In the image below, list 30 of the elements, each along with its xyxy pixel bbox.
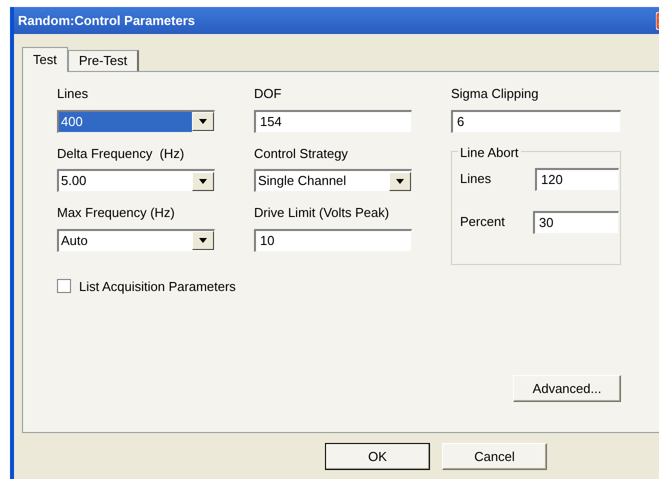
dropdown-value: 5.00	[60, 172, 88, 190]
dialog-button[interactable]: OK	[325, 443, 430, 470]
field-label: Percent	[460, 213, 505, 232]
dropdown-value: 400	[59, 112, 192, 132]
dropdown[interactable]: 5.00	[57, 169, 215, 192]
dialog-button[interactable]: Cancel	[442, 443, 547, 470]
field-label: Delta Frequency (Hz)	[57, 144, 186, 163]
field-label: DOF	[254, 85, 282, 103]
window-title: Random:Control Parameters	[18, 12, 195, 30]
tab[interactable]: Pre-Test	[68, 50, 140, 71]
dropdown-value: Single Channel	[257, 172, 348, 190]
field-label: Drive Limit (Volts Peak)	[254, 204, 390, 222]
checkbox[interactable]	[57, 279, 71, 294]
input-field[interactable]: 154	[254, 110, 412, 132]
field-label: Sigma Clipping	[451, 85, 540, 103]
input-field[interactable]: 6	[451, 110, 621, 132]
input-field[interactable]: 10	[254, 228, 412, 252]
checkbox-label: List Acquisition Parameters	[79, 278, 236, 296]
dialog-button[interactable]: Advanced...	[513, 375, 621, 402]
field-label: Lines	[460, 170, 492, 188]
field-label: Max Frequency (Hz)	[57, 204, 176, 222]
tab[interactable]: Test	[22, 47, 68, 72]
dropdown[interactable]: 400	[57, 110, 215, 132]
dropdown-value: Auto	[60, 232, 89, 250]
dropdown[interactable]: Auto	[57, 228, 215, 252]
dropdown[interactable]: Single Channel	[254, 169, 412, 192]
field-label: Control Strategy	[254, 144, 349, 163]
input-field[interactable]: 30	[533, 210, 619, 234]
input-field[interactable]: 120	[535, 168, 619, 190]
field-label: Lines	[57, 85, 90, 103]
